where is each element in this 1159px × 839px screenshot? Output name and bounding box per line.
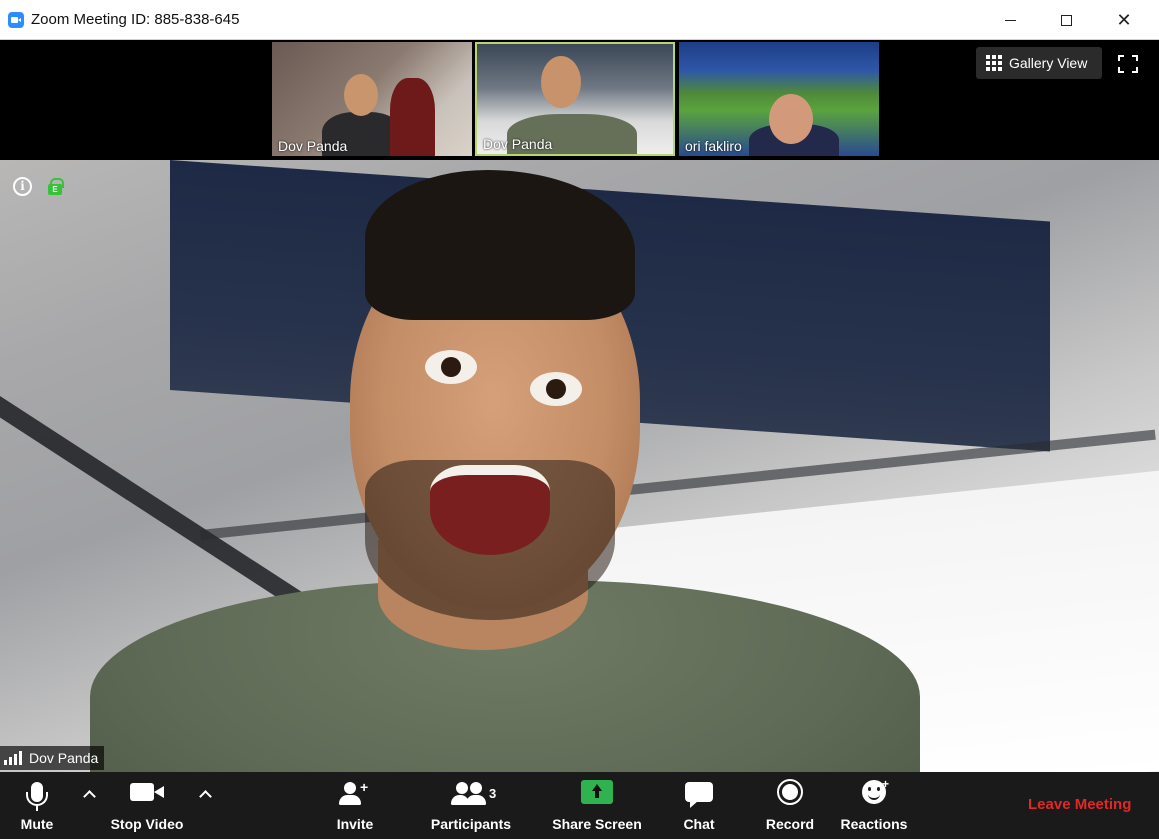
gallery-view-label: Gallery View [1009, 55, 1088, 71]
participant-thumbnail[interactable]: ori fakliro [679, 42, 879, 156]
record-icon [777, 772, 803, 812]
speaker-mouth [430, 465, 550, 555]
participant-name: Dov Panda [278, 138, 348, 154]
microphone-icon [26, 772, 48, 812]
leave-meeting-button[interactable]: Leave Meeting [1028, 796, 1131, 813]
info-icon[interactable]: i [13, 176, 32, 196]
chat-button[interactable]: Chat [674, 772, 724, 839]
reaction-smiley-icon: + [862, 772, 889, 812]
stop-video-label: Stop Video [110, 816, 184, 832]
lock-icon[interactable] [48, 177, 64, 195]
participant-thumbnail[interactable]: Dov Panda [272, 42, 472, 156]
fullscreen-icon[interactable] [1118, 55, 1138, 73]
participant-name: Dov Panda [483, 136, 553, 152]
mute-label: Mute [20, 816, 54, 832]
close-button[interactable]: ✕ [1095, 0, 1153, 40]
main-speaker-video [0, 160, 1159, 772]
share-screen-label: Share Screen [552, 816, 642, 832]
speaker-name: Dov Panda [29, 750, 99, 766]
chat-bubble-icon [685, 772, 713, 812]
participants-button[interactable]: 3 Participants [428, 772, 514, 839]
maximize-button[interactable] [1037, 0, 1095, 40]
participants-icon: 3 [451, 772, 496, 812]
speaker-eye [425, 350, 477, 384]
share-screen-icon [581, 772, 613, 812]
title-bar: Zoom Meeting ID: 885-838-645 ✕ [0, 0, 1159, 40]
participant-name: ori fakliro [685, 138, 742, 154]
video-options-chevron-up-icon[interactable] [197, 786, 213, 803]
gaming-chair [390, 78, 435, 156]
video-camera-icon [130, 772, 164, 812]
participant-thumbnail-active[interactable]: Dov Panda [475, 42, 675, 156]
chat-label: Chat [683, 816, 715, 832]
record-button[interactable]: Record [762, 772, 818, 839]
participants-count-badge: 3 [489, 786, 497, 801]
audio-options-chevron-up-icon[interactable] [81, 786, 97, 803]
mute-button[interactable]: Mute [12, 772, 62, 839]
meeting-toolbar: Mute Stop Video + Invite 3 Participants [0, 772, 1159, 839]
signal-strength-icon [4, 751, 22, 765]
minimize-button[interactable] [981, 0, 1039, 40]
gallery-view-button[interactable]: Gallery View [976, 47, 1102, 79]
minimize-icon [1004, 19, 1016, 21]
participant-face [541, 56, 581, 108]
reactions-label: Reactions [840, 816, 908, 832]
invite-label: Invite [336, 816, 374, 832]
participant-face [769, 94, 813, 144]
window-title: Zoom Meeting ID: 885-838-645 [31, 11, 240, 28]
close-icon: ✕ [1116, 10, 1132, 30]
participants-label: Participants [430, 816, 512, 832]
zoom-app-icon [8, 12, 24, 28]
grid-icon [986, 55, 1002, 71]
add-user-icon: + [339, 772, 371, 812]
invite-button[interactable]: + Invite [330, 772, 380, 839]
stop-video-button[interactable]: Stop Video [106, 772, 188, 839]
share-screen-button[interactable]: Share Screen [551, 772, 643, 839]
reactions-button[interactable]: + Reactions [838, 772, 910, 839]
speaker-eye [530, 372, 582, 406]
record-label: Record [765, 816, 815, 832]
participant-face [344, 74, 378, 116]
meeting-status-icons: i [13, 176, 64, 196]
maximize-icon [1060, 14, 1072, 26]
speaker-name-tag: Dov Panda [0, 746, 105, 770]
